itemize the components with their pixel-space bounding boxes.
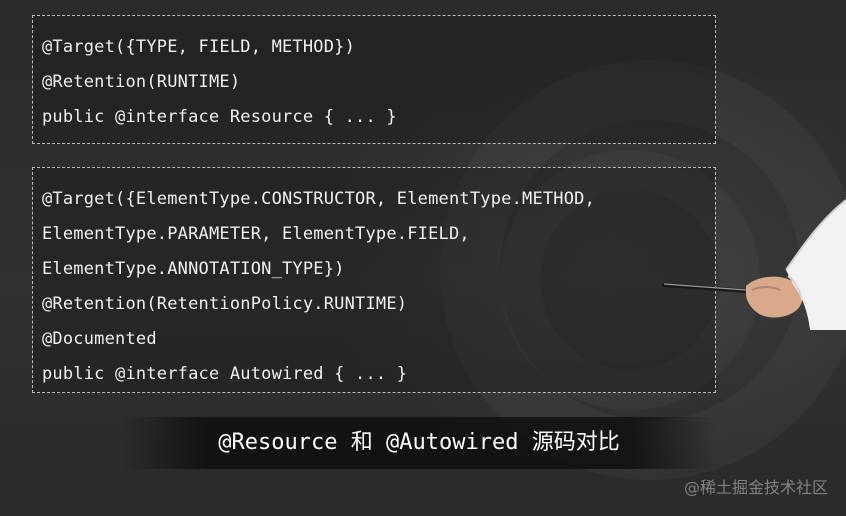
code-line: ElementType.ANNOTATION_TYPE}) xyxy=(42,259,345,279)
code-line: @Retention(RUNTIME) xyxy=(42,72,241,92)
code-line: @Target({TYPE, FIELD, METHOD}) xyxy=(42,37,356,57)
code-line: public @interface Autowired { ... } xyxy=(42,364,408,384)
autowired-code-block: @Target({ElementType.CONSTRUCTOR, Elemen… xyxy=(32,167,716,393)
watermark: @稀土掘金技术社区 xyxy=(683,478,828,497)
subtitle-bar: @Resource 和 @Autowired 源码对比 xyxy=(122,417,716,469)
code-line: public @interface Resource { ... } xyxy=(42,107,397,127)
code-line: @Target({ElementType.CONSTRUCTOR, Elemen… xyxy=(42,189,596,209)
presenter-hand-with-pointer xyxy=(662,199,846,330)
code-line: ElementType.PARAMETER, ElementType.FIELD… xyxy=(42,224,470,244)
video-frame: @Target({TYPE, FIELD, METHOD}) @Retentio… xyxy=(0,0,846,516)
resource-code-block: @Target({TYPE, FIELD, METHOD}) @Retentio… xyxy=(32,15,716,144)
subtitle-text: @Resource 和 @Autowired 源码对比 xyxy=(218,430,620,455)
code-line: @Documented xyxy=(42,329,157,349)
code-line: @Retention(RetentionPolicy.RUNTIME) xyxy=(42,294,408,314)
